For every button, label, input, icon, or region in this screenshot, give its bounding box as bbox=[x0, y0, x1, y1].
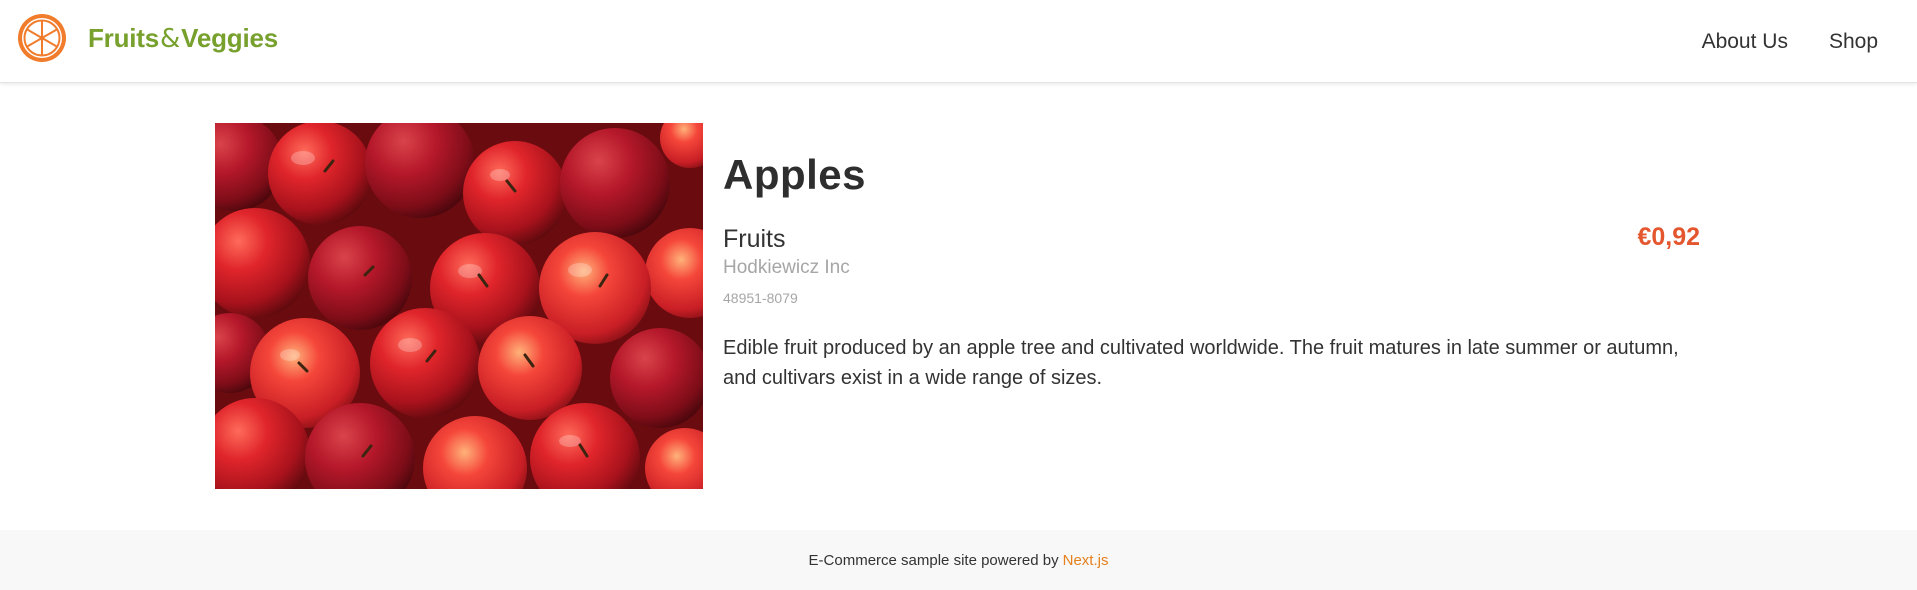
product-title: Apples bbox=[723, 151, 867, 198]
footer-text: E-Commerce sample site powered by bbox=[808, 551, 1059, 569]
apples-photo bbox=[215, 123, 703, 489]
brand-word-veggies: Veggies bbox=[181, 22, 278, 53]
home-logo-link[interactable]: Fruits & Veggies bbox=[16, 12, 278, 64]
brand-ampersand: & bbox=[160, 23, 181, 54]
nav-link-shop[interactable]: Shop bbox=[1829, 30, 1878, 54]
site-header: Fruits & Veggies About Us Shop bbox=[0, 0, 1917, 83]
product-vendor: Hodkiewicz Inc bbox=[723, 257, 850, 278]
product-category: Fruits bbox=[723, 225, 786, 253]
site-footer: E-Commerce sample site powered by Next.j… bbox=[0, 530, 1917, 590]
product-description: Edible fruit produced by an apple tree a… bbox=[723, 337, 1679, 389]
product-details: Apples Fruits €0,92 Hodkiewicz Inc 48951… bbox=[723, 123, 1700, 489]
orange-slice-icon bbox=[18, 14, 66, 62]
footer-nextjs-link[interactable]: Next.js bbox=[1063, 552, 1109, 569]
product-image bbox=[215, 123, 703, 489]
nav-link-about-us[interactable]: About Us bbox=[1702, 30, 1788, 54]
brand-word-fruits: Fruits bbox=[88, 22, 160, 53]
product-sku: 48951-8079 bbox=[723, 290, 798, 306]
brand-name: Fruits & Veggies bbox=[88, 23, 278, 54]
main-nav: About Us Shop bbox=[1661, 0, 1878, 83]
product-price: €0,92 bbox=[1637, 223, 1700, 251]
